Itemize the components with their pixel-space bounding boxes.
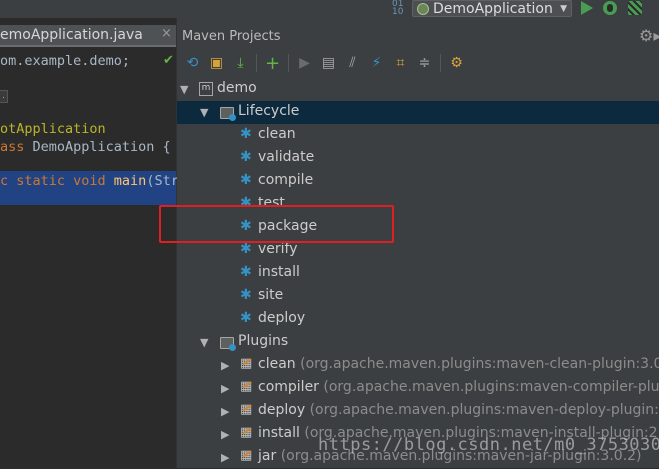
editor-tab-label: emoApplication.java (0, 27, 143, 43)
maven-toolbar: ⟲ ▣ ⤓ + ▶ ▤ ⫽ ⚡ ⌗ ≑ ⚙ (177, 50, 659, 76)
plugin-node-compiler[interactable]: ▶ ▦ compiler (org.apache.maven.plugins:m… (177, 377, 659, 400)
maven-tree: ▼ m demo ▼ Lifecycle ✱ clean ✱ validate … (177, 78, 659, 468)
spring-boot-icon (417, 2, 429, 15)
plugin-icon: ▦ (240, 448, 253, 463)
tree-node-plugins[interactable]: ▼ Plugins (177, 331, 659, 354)
lifecycle-goal-validate[interactable]: ✱ validate (177, 147, 659, 170)
plugin-label: deploy (org.apache.maven.plugins:maven-d… (258, 402, 659, 418)
lifecycle-goal-site[interactable]: ✱ site (177, 285, 659, 308)
chevron-right-icon[interactable]: ▶ (221, 428, 229, 441)
lifecycle-goal-install[interactable]: ✱ install (177, 262, 659, 285)
panel-title: Maven Projects (182, 29, 281, 44)
chevron-down-icon[interactable]: ▼ (200, 336, 208, 349)
goal-label: validate (258, 149, 315, 165)
gear-icon: ✱ (240, 172, 252, 188)
reimport-icon[interactable]: ⟲ (182, 53, 203, 74)
goal-label: compile (258, 172, 314, 188)
goal-label: deploy (258, 310, 306, 326)
add-icon[interactable]: + (262, 53, 283, 74)
lifecycle-goal-compile[interactable]: ✱ compile (177, 170, 659, 193)
toolbar-separator (256, 54, 257, 72)
maven-project-icon: m (199, 82, 213, 96)
chevron-down-icon: ▼ (560, 3, 567, 14)
plugin-icon: ▦ (240, 379, 253, 394)
debug-icon[interactable] (603, 1, 617, 15)
execute-goal-icon[interactable]: ▤ (318, 53, 339, 74)
plugin-icon: ▦ (240, 356, 253, 371)
plugin-node-deploy[interactable]: ▶ ▦ deploy (org.apache.maven.plugins:mav… (177, 400, 659, 423)
gear-icon: ✱ (240, 310, 252, 326)
top-toolbar: 01 10 DemoApplication ▼ (0, 0, 659, 18)
annotation-highlight-box (159, 205, 394, 243)
goal-label: install (258, 264, 300, 280)
code-editor: emoApplication.java × ✔ . om.example.dem… (0, 18, 179, 468)
gear-icon: ✱ (240, 149, 252, 165)
skip-tests-icon[interactable]: ⚡ (366, 53, 387, 74)
plugin-node-clean[interactable]: ▶ ▦ clean (org.apache.maven.plugins:mave… (177, 354, 659, 377)
goal-label: verify (258, 241, 298, 257)
plugins-folder-icon (220, 337, 236, 351)
panel-header: Maven Projects ⚙▸ (177, 21, 659, 47)
code-line-main[interactable]: c static void main(Str (0, 173, 179, 189)
gear-icon[interactable]: ⚙▸ (639, 26, 659, 45)
show-dependencies-icon[interactable]: ⌗ (390, 53, 411, 74)
chevron-down-icon[interactable]: ▼ (180, 83, 188, 96)
coverage-icon[interactable] (628, 1, 642, 15)
gear-icon: ✱ (240, 241, 252, 257)
lifecycle-folder-icon (220, 107, 236, 121)
chevron-down-icon[interactable]: ▼ (200, 106, 208, 119)
code-line-package[interactable]: om.example.demo; (0, 53, 130, 69)
tree-node-demo[interactable]: ▼ m demo (177, 78, 659, 101)
close-icon[interactable]: × (161, 26, 172, 41)
tree-node-label: Lifecycle (238, 103, 300, 119)
plugin-icon: ▦ (240, 402, 253, 417)
binary-build-icon[interactable]: 01 10 (392, 0, 403, 17)
gear-icon: ✱ (240, 264, 252, 280)
run-goal-icon[interactable]: ▶ (294, 53, 315, 74)
run-configuration-dropdown[interactable]: DemoApplication ▼ (412, 0, 572, 17)
code-line-annotation[interactable]: otApplication (0, 121, 106, 137)
chevron-right-icon[interactable]: ▶ (221, 451, 229, 464)
maven-projects-panel: Maven Projects ⚙▸ ⟲ ▣ ⤓ + ▶ ▤ ⫽ ⚡ ⌗ ≑ ⚙ … (177, 18, 659, 468)
goal-label: site (258, 287, 284, 303)
download-icon[interactable]: ⤓ (230, 53, 251, 74)
editor-tab[interactable]: emoApplication.java × (0, 25, 176, 47)
lifecycle-goal-clean[interactable]: ✱ clean (177, 124, 659, 147)
lifecycle-goal-deploy[interactable]: ✱ deploy (177, 308, 659, 331)
collapse-all-icon[interactable]: ≑ (414, 53, 435, 74)
fold-marker[interactable]: . (0, 90, 8, 103)
toolbar-separator (440, 54, 441, 72)
run-icon[interactable] (581, 1, 593, 15)
toolbar-separator (288, 54, 289, 72)
gear-icon: ✱ (240, 126, 252, 142)
plugin-label: compiler (org.apache.maven.plugins:maven… (258, 379, 659, 395)
goal-label: clean (258, 126, 296, 142)
generate-sources-icon[interactable]: ▣ (206, 53, 227, 74)
chevron-right-icon[interactable]: ▶ (221, 405, 229, 418)
settings-icon[interactable]: ⚙ (446, 53, 467, 74)
chevron-right-icon[interactable]: ▶ (221, 382, 229, 395)
tree-node-label: Plugins (238, 333, 289, 349)
tree-node-lifecycle[interactable]: ▼ Lifecycle (177, 101, 659, 124)
plugin-label: clean (org.apache.maven.plugins:maven-cl… (258, 356, 659, 372)
tree-node-label: demo (217, 80, 257, 96)
toggle-offline-icon[interactable]: ⫽ (342, 53, 363, 74)
code-line-class[interactable]: ass DemoApplication { (0, 139, 171, 155)
watermark: https://blog.csdn.net/m0_37530301 (318, 435, 659, 455)
check-icon: ✔ (163, 53, 174, 68)
gear-icon: ✱ (240, 287, 252, 303)
run-configuration-label: DemoApplication (433, 0, 553, 17)
chevron-right-icon[interactable]: ▶ (221, 359, 229, 372)
plugin-icon: ▦ (240, 425, 253, 440)
